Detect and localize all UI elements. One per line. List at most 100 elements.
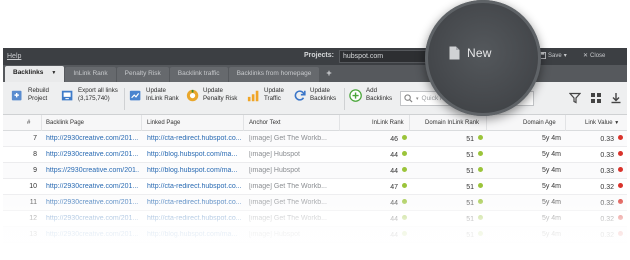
- backlink-page-link[interactable]: http://2930creative.com/201...: [46, 215, 139, 222]
- help-menu[interactable]: Help: [3, 53, 21, 60]
- column-divider: [565, 115, 566, 131]
- close-label: Close: [590, 52, 606, 59]
- table-row[interactable]: 7 http://2930creative.com/201... http://ct…: [3, 131, 627, 147]
- header-anchor-text[interactable]: Anchor Text: [249, 120, 281, 126]
- table-row[interactable]: 13 http://2930creative.com/201... http://b…: [3, 227, 627, 243]
- inlink-rank-cell: 44: [373, 231, 407, 239]
- domain-age-cell: 5y 4m: [541, 151, 561, 158]
- tab-penalty-risk[interactable]: Penalty Risk: [116, 67, 169, 82]
- domain-inlink-rank-value: 51: [466, 232, 474, 239]
- status-dot: [618, 167, 623, 172]
- inlink-rank-cell: 44: [373, 167, 407, 175]
- header-inlink-rank[interactable]: InLink Rank: [372, 120, 404, 126]
- table-header: # Backlink Page Linked Page Anchor Text …: [3, 115, 627, 131]
- status-dot: [402, 231, 407, 236]
- close-menu[interactable]: ✕ Close: [583, 52, 606, 60]
- header-domain-age[interactable]: Domain Age: [523, 120, 556, 126]
- header-index[interactable]: #: [27, 120, 30, 126]
- link-value-cell: 0.32: [581, 231, 623, 239]
- status-dot: [402, 183, 407, 188]
- backlink-page-link[interactable]: http://2930creative.com/201...: [46, 151, 139, 158]
- tab-backlinks-from-homepage[interactable]: Backlinks from homepage: [228, 67, 320, 82]
- inlink-rank-icon: [129, 90, 141, 101]
- linked-page-link[interactable]: http://cta-redirect.hubspot.co...: [147, 199, 241, 206]
- column-divider: [41, 115, 42, 131]
- link-value: 0.32: [600, 216, 614, 223]
- status-dot: [478, 183, 483, 188]
- save-menu[interactable]: Save ▾: [539, 52, 567, 59]
- header-linked-page[interactable]: Linked Page: [147, 120, 180, 126]
- table-row[interactable]: 10 http://2930creative.com/201... http://c…: [3, 179, 627, 195]
- linked-page-link[interactable]: http://blog.hubspot.com/ma...: [147, 167, 241, 174]
- filter-icon[interactable]: [569, 92, 581, 104]
- status-dot: [478, 231, 483, 236]
- header-domain-inlink-rank[interactable]: Domain InLink Rank: [425, 120, 479, 126]
- domain-age-cell: 5y 4m: [541, 231, 561, 238]
- update-backlinks-button[interactable]: Update Backlinks: [293, 87, 342, 103]
- row-index: 12: [29, 215, 37, 222]
- backlink-page-link[interactable]: http://2930creative.com/201...: [46, 199, 139, 206]
- linked-page-link[interactable]: http://blog.hubspot.com/ma...: [147, 151, 241, 158]
- linked-page-link[interactable]: http://cta-redirect.hubspot.co...: [147, 183, 241, 190]
- table-row[interactable]: 11 http://2930creative.com/201... http://c…: [3, 195, 627, 211]
- chevron-down-icon: ▼: [51, 70, 57, 76]
- refresh-icon: [294, 90, 306, 101]
- domain-inlink-rank-cell: 51: [443, 135, 483, 143]
- inlink-rank-cell: 44: [373, 199, 407, 207]
- domain-inlink-rank-value: 51: [466, 168, 474, 175]
- inlink-rank-value: 44: [390, 216, 398, 223]
- inlink-rank-value: 44: [390, 168, 398, 175]
- table-row[interactable]: 8 http://2930creative.com/201... http://bl…: [3, 147, 627, 163]
- inlink-rank-cell: 46: [373, 135, 407, 143]
- linked-page-link[interactable]: http://cta-redirect.hubspot.co...: [147, 135, 241, 142]
- tab-backlinks[interactable]: Backlinks ▼: [5, 66, 65, 82]
- update-traffic-button[interactable]: Update Traffic: [247, 87, 288, 103]
- column-divider: [141, 115, 142, 131]
- project-select[interactable]: hubspot.com: [339, 50, 439, 63]
- add-tab-button[interactable]: +: [320, 67, 337, 82]
- columns-icon[interactable]: [590, 92, 602, 104]
- linked-page-link[interactable]: http://blog.hubspot.com/ma...: [147, 231, 241, 238]
- toolbar: Rebuild Project Export all links (3,175,…: [3, 82, 627, 115]
- domain-inlink-rank-cell: 51: [443, 167, 483, 175]
- backlink-page-link[interactable]: http://2930creative.com/201...: [46, 183, 139, 190]
- add-backlinks-button[interactable]: Add Backlinks: [349, 87, 396, 103]
- tab-backlink-traffic[interactable]: Backlink traffic: [169, 67, 228, 82]
- penalty-risk-icon: [186, 89, 199, 102]
- header-link-value[interactable]: Link Value ▼: [585, 120, 619, 126]
- download-icon[interactable]: [610, 92, 622, 104]
- inlink-rank-cell: 44: [373, 215, 407, 223]
- table-row[interactable]: 12 http://2930creative.com/201... http://c…: [3, 211, 627, 227]
- link-value: 0.32: [600, 232, 614, 239]
- backlink-page-link[interactable]: http://2930creative.com/201...: [46, 135, 139, 142]
- table-row[interactable]: 9 https://2930creative.com/201... http://b…: [3, 163, 627, 179]
- column-divider: [243, 115, 244, 131]
- status-dot: [478, 199, 483, 204]
- header-backlink-page[interactable]: Backlink Page: [46, 120, 84, 126]
- projects-label: Projects:: [304, 52, 334, 59]
- anchor-text: [image] Hubspot: [249, 151, 300, 158]
- linked-page-link[interactable]: http://cta-redirect.hubspot.co...: [147, 215, 241, 222]
- status-dot: [402, 135, 407, 140]
- anchor-text: [image] Hubspot: [249, 231, 300, 238]
- tab-label: InLink Rank: [73, 70, 108, 77]
- column-divider: [339, 115, 340, 131]
- domain-inlink-rank-value: 51: [466, 184, 474, 191]
- new-project-button[interactable]: New: [449, 46, 492, 60]
- update-penalty-risk-button[interactable]: Update Penalty Risk: [186, 87, 241, 103]
- update-inlink-rank-button[interactable]: Update InLink Rank: [129, 87, 182, 103]
- link-value-cell: 0.32: [581, 183, 623, 191]
- link-value-cell: 0.32: [581, 215, 623, 223]
- export-button[interactable]: Export all links (3,175,740): [61, 87, 130, 103]
- rebuild-project-button[interactable]: Rebuild Project: [11, 87, 56, 103]
- domain-age-cell: 5y 4m: [541, 135, 561, 142]
- backlink-page-link[interactable]: http://2930creative.com/201...: [46, 231, 139, 238]
- domain-inlink-rank-cell: 51: [443, 199, 483, 207]
- link-value-cell: 0.33: [581, 151, 623, 159]
- tab-inlink-rank[interactable]: InLink Rank: [65, 67, 116, 82]
- status-dot: [478, 135, 483, 140]
- row-index: 13: [29, 231, 37, 238]
- status-dot: [618, 151, 623, 156]
- backlink-page-link[interactable]: https://2930creative.com/201...: [46, 167, 139, 174]
- export-label: Export all links (3,175,740): [78, 87, 118, 102]
